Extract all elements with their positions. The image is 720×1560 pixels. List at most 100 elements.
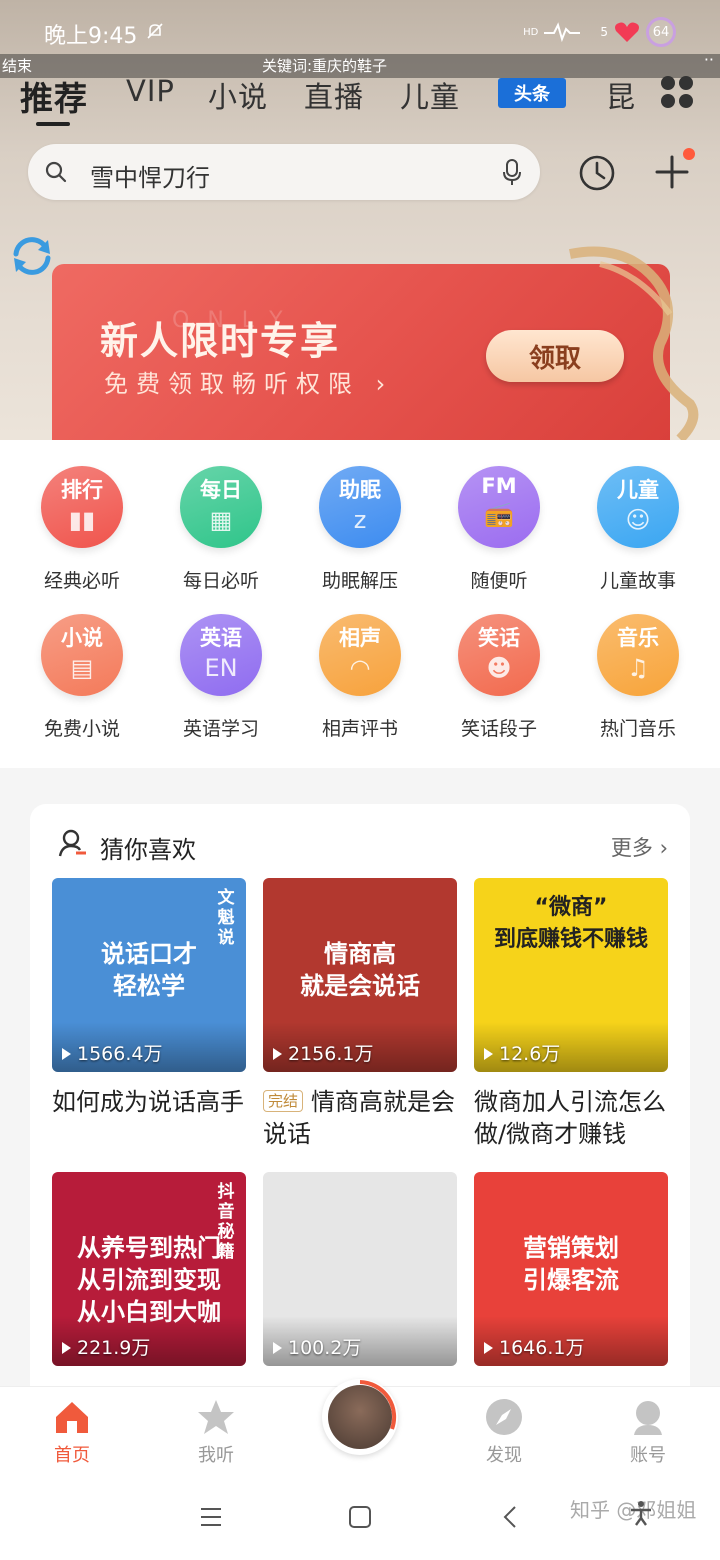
category-glyph-icon: ◠ — [349, 654, 371, 682]
category-10[interactable]: 音乐 ♫ 热门音乐 — [568, 588, 708, 740]
category-icon: 每日 ▦ — [180, 466, 262, 548]
category-4[interactable]: FM 📻 随便听 — [429, 440, 569, 592]
cover-title: 营销策划 引爆客流 — [523, 1234, 619, 1294]
play-count-value: 1566.4万 — [77, 1043, 163, 1065]
category-5[interactable]: 儿童 ☺ 儿童故事 — [568, 440, 708, 592]
category-label: 热门音乐 — [599, 718, 676, 740]
category-grid-icon[interactable] — [660, 75, 694, 109]
album-card[interactable]: 文魁说 说话口才 轻松学 1566.4万 如何成为说话高手 — [52, 878, 246, 1118]
search-icon — [45, 161, 67, 183]
album-card[interactable]: 抖音秘籍 从养号到热门 从引流到变现 从小白到大咖 221.9万 — [52, 1172, 246, 1366]
category-glyph-icon: ▤ — [70, 654, 94, 682]
refresh-icon[interactable] — [6, 230, 58, 282]
play-count-value: 1646.1万 — [499, 1337, 585, 1359]
search-query: 雪中悍刀行 — [90, 164, 210, 192]
tab-more-partial[interactable]: 昆 — [606, 74, 636, 116]
nav-home-label: 首页 — [54, 1445, 90, 1466]
album-card[interactable]: 100.2万 — [263, 1172, 457, 1366]
album-title-block: 微商加人引流怎么做/微商才赚钱 — [474, 1086, 668, 1150]
microphone-icon[interactable] — [502, 158, 522, 186]
play-count: 221.9万 — [62, 1333, 150, 1360]
tab-vip[interactable]: VIP — [126, 74, 175, 108]
nav-account[interactable]: 账号 — [598, 1387, 698, 1475]
cover-title: 情商高 就是会说话 — [300, 940, 420, 1000]
category-glyph-icon: ▦ — [209, 506, 233, 534]
category-icon-label: 音乐 — [617, 626, 659, 650]
category-label: 免费小说 — [43, 718, 120, 740]
status-icons: HD 5 64 — [523, 14, 676, 50]
category-glyph-icon: z — [353, 506, 367, 534]
category-1[interactable]: 排行 ▮▮ 经典必听 — [12, 440, 152, 592]
play-count-value: 100.2万 — [288, 1337, 362, 1359]
recommend-more-link[interactable]: 更多 › — [611, 832, 668, 862]
play-count: 1646.1万 — [484, 1333, 584, 1360]
nav-my-listen[interactable]: 我听 — [166, 1387, 266, 1475]
album-card[interactable]: 营销策划 引爆客流 1646.1万 — [474, 1172, 668, 1366]
category-2[interactable]: 每日 ▦ 每日必听 — [151, 440, 291, 592]
notification-dot — [683, 148, 695, 160]
category-3[interactable]: 助眠 z 助眠解压 — [290, 440, 430, 592]
signal-icon — [544, 22, 581, 43]
bottom-nav: 首页 我听 发现 账号 — [0, 1379, 720, 1475]
category-label: 相声评书 — [321, 718, 398, 740]
add-icon[interactable] — [654, 154, 690, 190]
category-icon: 儿童 ☺ — [597, 466, 679, 548]
category-glyph-icon: ▮▮ — [68, 506, 96, 534]
cover-title: “微商” 到底赚钱不赚钱 — [493, 895, 648, 952]
back-icon[interactable] — [498, 1504, 524, 1530]
category-icon: 音乐 ♫ — [597, 614, 679, 696]
now-playing-button[interactable] — [322, 1379, 398, 1455]
category-icon-label: 儿童 — [617, 478, 659, 502]
cover-title: 从养号到热门 从引流到变现 从小白到大咖 — [77, 1234, 221, 1326]
history-clock-icon[interactable] — [578, 154, 616, 192]
category-icon-label: 笑话 — [478, 626, 520, 650]
play-icon — [273, 1342, 282, 1354]
bell-off-icon — [147, 23, 163, 39]
album-card[interactable]: “微商” 到底赚钱不赚钱 12.6万 微商加人引流怎么做/微商才赚钱 — [474, 878, 668, 1150]
cover-title: 说话口才 轻松学 — [101, 940, 197, 1000]
category-icon: 笑话 ☻ — [458, 614, 540, 696]
album-title: 如何成为说话高手 — [52, 1088, 244, 1116]
category-icon-label: 英语 — [200, 626, 242, 650]
home-square-icon[interactable] — [347, 1504, 373, 1530]
tab-toutiao[interactable]: 头条 — [498, 78, 566, 108]
account-icon — [634, 1401, 662, 1435]
category-icon-label: FM — [481, 474, 517, 498]
category-icon: FM 📻 — [458, 466, 540, 548]
category-8[interactable]: 相声 ◠ 相声评书 — [290, 588, 430, 740]
menu-icon[interactable] — [198, 1504, 224, 1530]
category-9[interactable]: 笑话 ☻ 笑话段子 — [429, 588, 569, 740]
tab-recommend[interactable]: 推荐 — [20, 72, 88, 120]
play-count-value: 2156.1万 — [288, 1043, 374, 1065]
play-icon — [484, 1342, 493, 1354]
signal-label: 5 — [600, 25, 608, 39]
tab-novel[interactable]: 小说 — [208, 74, 268, 116]
home-icon — [56, 1402, 88, 1433]
category-icon: 助眠 z — [319, 466, 401, 548]
category-label: 笑话段子 — [460, 718, 537, 740]
category-label: 英语学习 — [182, 718, 259, 740]
nav-discover[interactable]: 发现 — [454, 1387, 554, 1475]
active-tab-indicator — [36, 122, 70, 126]
category-7[interactable]: 英语 EN 英语学习 — [151, 588, 291, 740]
nav-home[interactable]: 首页 — [22, 1387, 122, 1475]
nav-discover-label: 发现 — [486, 1445, 522, 1466]
album-card[interactable]: 情商高 就是会说话 2156.1万 完结 情商高就是会说话 — [263, 878, 457, 1150]
banner-subtitle: 免费领取畅听权限 › — [104, 370, 394, 398]
tab-live[interactable]: 直播 — [304, 74, 364, 116]
finished-badge: 完结 — [263, 1090, 304, 1112]
play-progress-ring — [359, 1380, 397, 1430]
heart-icon — [615, 22, 639, 42]
search-row: 雪中悍刀行 — [0, 144, 720, 202]
network-label: HD — [523, 26, 539, 38]
category-6[interactable]: 小说 ▤ 免费小说 — [12, 588, 152, 740]
play-count: 1566.4万 — [62, 1039, 162, 1066]
recommend-title: 猜你喜欢 — [100, 836, 196, 864]
category-glyph-icon: ♫ — [627, 654, 649, 682]
album-cover: 营销策划 引爆客流 1646.1万 — [474, 1172, 668, 1366]
tab-kids[interactable]: 儿童 — [400, 74, 460, 116]
recommend-section: 猜你喜欢 更多 › 文魁说 说话口才 轻松学 1566.4万 如何成为说话高手 情商高 … — [30, 804, 690, 1404]
accessibility-icon[interactable] — [628, 1500, 654, 1526]
nav-my-listen-label: 我听 — [198, 1445, 234, 1466]
search-input[interactable]: 雪中悍刀行 — [28, 144, 540, 200]
